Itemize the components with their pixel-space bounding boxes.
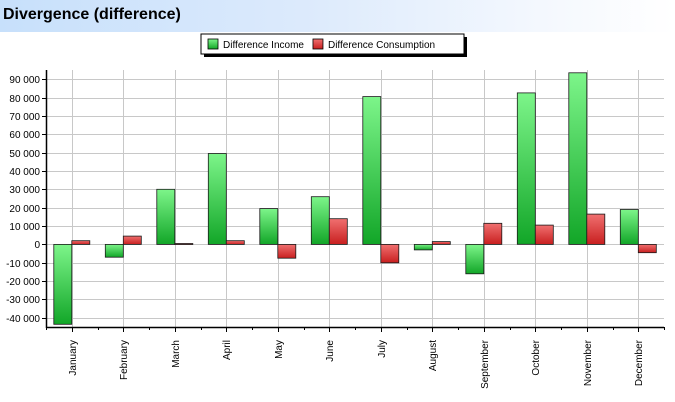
income-bar bbox=[465, 243, 485, 275]
income-bar bbox=[568, 72, 588, 245]
income-bar bbox=[104, 243, 124, 258]
y-tick-label: 80 000 bbox=[9, 94, 40, 105]
legend: Difference Income Difference Consumption bbox=[200, 33, 467, 57]
x-tick-label: November bbox=[583, 339, 594, 386]
legend-swatch-income bbox=[207, 38, 219, 50]
consumption-bar bbox=[174, 243, 194, 245]
legend-label-consumption: Difference Consumption bbox=[328, 40, 435, 51]
x-tick-label: March bbox=[171, 340, 182, 368]
legend-label-income: Difference Income bbox=[223, 40, 304, 51]
consumption-bar bbox=[637, 243, 657, 254]
y-tick-label: 60 000 bbox=[9, 130, 40, 141]
y-tick-label: 0 bbox=[34, 240, 40, 251]
consumption-bar bbox=[380, 243, 400, 264]
consumption-bar bbox=[431, 241, 451, 245]
consumption-bar bbox=[277, 243, 297, 259]
consumption-bar bbox=[225, 240, 245, 245]
y-tick-label: 70 000 bbox=[9, 112, 40, 123]
x-tick-label: September bbox=[480, 339, 491, 389]
x-tick-label: August bbox=[428, 340, 439, 371]
consumption-bar bbox=[122, 235, 142, 245]
income-bar bbox=[310, 196, 330, 245]
y-tick-label: -30 000 bbox=[6, 295, 40, 306]
income-bar bbox=[413, 243, 433, 251]
y-tick-label: 10 000 bbox=[9, 222, 40, 233]
x-tick-label: May bbox=[274, 340, 285, 359]
y-tick-label: 40 000 bbox=[9, 167, 40, 178]
income-bar bbox=[362, 96, 382, 245]
x-tick-label: December bbox=[634, 339, 645, 386]
y-tick-label: -40 000 bbox=[6, 314, 40, 325]
income-bar bbox=[156, 188, 176, 245]
income-bar bbox=[259, 208, 279, 245]
y-tick-label: -20 000 bbox=[6, 277, 40, 288]
consumption-bar bbox=[328, 218, 348, 245]
x-tick-label: June bbox=[325, 340, 336, 362]
x-tick-label: April bbox=[222, 340, 233, 360]
chart-area: -40 000 -30 000 -20 000 -10 000 0 10 000 20 00… bbox=[6, 33, 665, 389]
consumption-bar bbox=[586, 213, 606, 245]
bars bbox=[53, 72, 657, 325]
y-tick-label: 20 000 bbox=[9, 204, 40, 215]
x-tick-label: July bbox=[377, 340, 388, 358]
x-tick-label: February bbox=[119, 340, 130, 380]
consumption-bar bbox=[534, 224, 554, 245]
income-bar bbox=[207, 153, 227, 245]
y-tick-label: 30 000 bbox=[9, 185, 40, 196]
y-tick-label: 50 000 bbox=[9, 149, 40, 160]
x-tick-label: January bbox=[68, 340, 79, 376]
income-bar bbox=[619, 209, 639, 245]
legend-swatch-consumption bbox=[312, 38, 324, 50]
x-tick-label: October bbox=[531, 339, 542, 375]
consumption-bar bbox=[483, 222, 503, 245]
y-tick-label: 90 000 bbox=[9, 75, 40, 86]
y-tick-label: -10 000 bbox=[6, 259, 40, 270]
income-bar bbox=[516, 92, 536, 245]
income-bar bbox=[53, 243, 73, 325]
consumption-bar bbox=[71, 240, 91, 245]
